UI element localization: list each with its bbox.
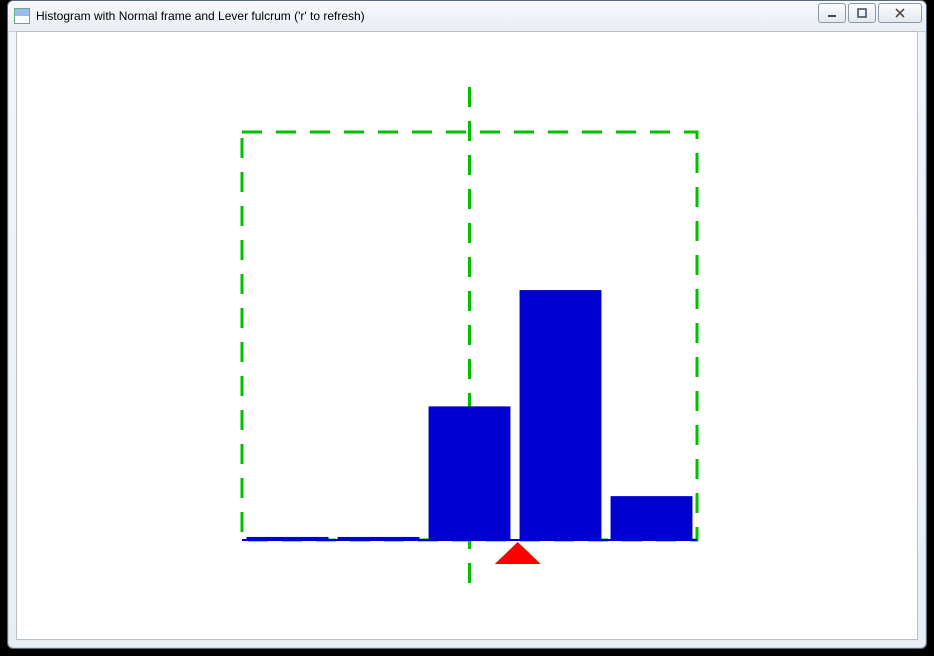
desktop-background: Histogram with Normal frame and Lever fu… bbox=[0, 0, 934, 656]
window-controls bbox=[818, 3, 922, 23]
minimize-button[interactable] bbox=[818, 3, 846, 23]
titlebar[interactable]: Histogram with Normal frame and Lever fu… bbox=[8, 1, 926, 32]
maximize-button[interactable] bbox=[848, 3, 876, 23]
client-area bbox=[16, 31, 918, 640]
app-icon bbox=[14, 8, 30, 24]
close-button[interactable] bbox=[878, 3, 922, 23]
app-window: Histogram with Normal frame and Lever fu… bbox=[7, 0, 927, 649]
histogram-bar bbox=[429, 406, 511, 540]
minimize-icon bbox=[826, 7, 838, 19]
close-icon bbox=[893, 7, 907, 19]
histogram-bar bbox=[611, 496, 693, 540]
histogram-bar bbox=[520, 290, 602, 540]
maximize-icon bbox=[856, 7, 868, 19]
histogram-plot bbox=[17, 32, 917, 640]
lever-fulcrum bbox=[495, 542, 541, 564]
window-title: Histogram with Normal frame and Lever fu… bbox=[36, 9, 365, 23]
